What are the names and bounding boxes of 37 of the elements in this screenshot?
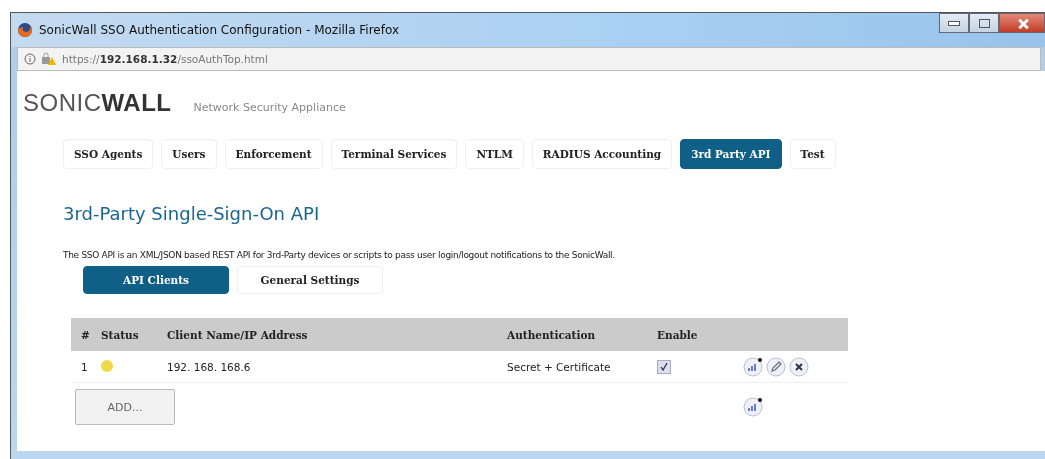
enable-checkbox[interactable] (657, 359, 671, 374)
page-heading: 3rd-Party Single-Sign-On API (63, 203, 321, 224)
info-icon (24, 53, 36, 65)
edit-icon[interactable] (766, 356, 786, 377)
nav-tab[interactable]: Terminal Services (330, 139, 458, 169)
table-cell-text: Secret + Certificate (507, 360, 612, 373)
column-header: # (80, 328, 91, 341)
tagline: Network Security Appliance (193, 101, 346, 114)
address-bar[interactable]: https://192.168.1.32/ssoAuthTop.html (17, 47, 1041, 71)
statistics-icon[interactable] (743, 356, 763, 377)
browser-icon (17, 22, 33, 38)
table-cell-text: 1 (80, 360, 89, 373)
column-header: Client Name/IP Address (167, 328, 309, 341)
table-cell-text: 192. 168. 168.6 (167, 360, 252, 373)
nav-tab[interactable]: Enforcement (224, 139, 323, 169)
nav-tab[interactable]: Test (789, 139, 836, 169)
minimize-button[interactable] (939, 13, 969, 33)
column-header: Authentication (507, 328, 597, 341)
nav-tab[interactable]: RADIUS Accounting (531, 139, 673, 169)
add-button[interactable]: ADD... (75, 389, 175, 425)
column-header: Status (101, 328, 140, 341)
logo-text: SONICWALL (23, 89, 172, 117)
nav-tab[interactable]: NTLM (465, 139, 524, 169)
nav-tab[interactable]: Users (161, 139, 217, 169)
url-text: https://192.168.1.32/ssoAuthTop.html (62, 53, 268, 65)
nav-tab[interactable]: 3rd Party API (680, 139, 782, 169)
sub-tab[interactable]: API Clients (83, 266, 229, 294)
description-text: The SSO API is an XML/JSON based REST API for 3rd-Party devices or scripts to pass user login/logout notifications to the SonicWall. (63, 250, 616, 260)
sub-tab[interactable]: General Settings (237, 266, 383, 294)
nav-tab[interactable]: SSO Agents (63, 139, 154, 169)
column-header: Enable (657, 328, 699, 341)
close-button[interactable] (999, 13, 1045, 33)
maximize-button[interactable] (969, 13, 999, 33)
statistics-icon[interactable] (743, 397, 763, 417)
lock-warning-icon (41, 52, 57, 66)
delete-icon[interactable] (789, 356, 809, 377)
window-title: SonicWall SSO Authentication Configuration - Mozilla Firefox (39, 23, 400, 37)
